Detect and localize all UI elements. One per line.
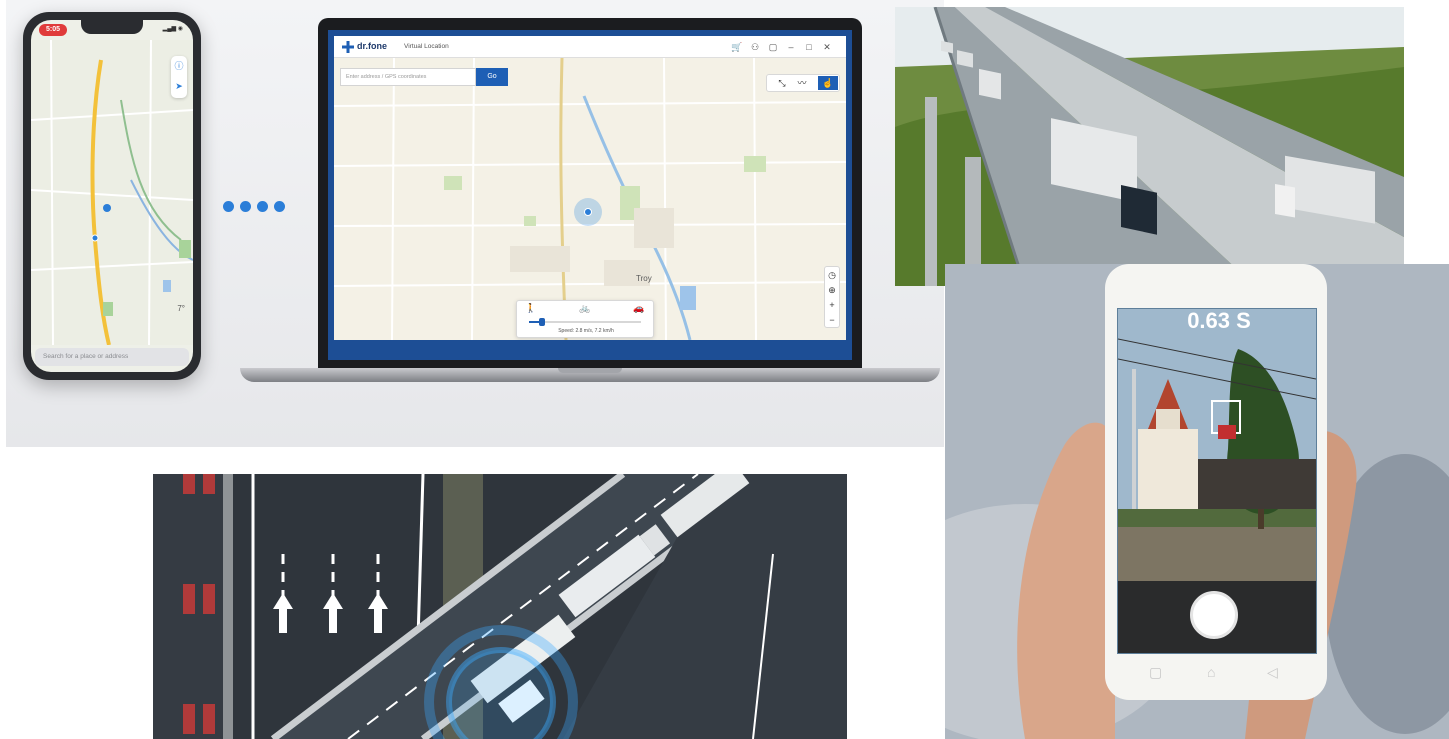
speed-slider[interactable] bbox=[529, 318, 641, 326]
phone-status-time: 5:05 bbox=[39, 24, 67, 36]
phone-mockup: 5:05 ▂▄▆ ◉ ⓘ ➤ 7° Search for a place or … bbox=[23, 12, 201, 380]
walk-icon[interactable]: 🚶 bbox=[525, 303, 536, 314]
phone-weather: 7° bbox=[177, 304, 185, 313]
connector-dot bbox=[274, 201, 285, 212]
user-icon[interactable]: ⚇ bbox=[748, 40, 762, 54]
app-titlebar: dr.fone Virtual Location 🛒 ⚇ ▢ – □ ✕ bbox=[334, 36, 846, 58]
map-side-controls: ◷ ⊕ + − bbox=[824, 266, 840, 328]
go-button[interactable]: Go bbox=[476, 68, 508, 86]
bridge-scene bbox=[895, 7, 1404, 286]
zoom-in-icon[interactable]: + bbox=[825, 298, 839, 312]
brand-name: dr.fone bbox=[357, 41, 388, 51]
shutter-button[interactable] bbox=[1190, 591, 1238, 639]
phone-map-roads bbox=[31, 40, 193, 345]
connector-dot bbox=[257, 201, 268, 212]
minimize-icon[interactable]: – bbox=[784, 40, 798, 54]
map-city-label: Troy bbox=[636, 274, 652, 283]
speed-panel: 🚶 🚲 🚗 Speed: 2.8 m/s, 7.2 km/h bbox=[516, 300, 654, 338]
app-title: Virtual Location bbox=[404, 43, 449, 50]
one-stop-icon[interactable]: ⤡ bbox=[773, 76, 791, 90]
connector-dot bbox=[223, 201, 234, 212]
phone-map-controls[interactable]: ⓘ ➤ bbox=[171, 56, 187, 98]
mode-toolbar: ⤡ 〰 ☝ bbox=[766, 74, 840, 92]
hand-phone-camera-photo: 0.63 S ▢ ⌂ ◁ bbox=[945, 264, 1449, 739]
speed-slider-knob[interactable] bbox=[539, 318, 546, 326]
info-icon[interactable]: ⓘ bbox=[171, 56, 187, 76]
connector-dot bbox=[240, 201, 251, 212]
history-icon[interactable]: ◷ bbox=[825, 268, 839, 282]
location-pin[interactable] bbox=[574, 198, 602, 226]
close-icon[interactable]: ✕ bbox=[820, 40, 834, 54]
address-search-input[interactable]: Enter address / GPS coordinates bbox=[340, 68, 476, 86]
phone-notch bbox=[81, 20, 143, 34]
bridge-trucks-photo bbox=[895, 7, 1404, 286]
car-icon[interactable]: 🚗 bbox=[633, 303, 644, 314]
home-icon[interactable]: ⌂ bbox=[1207, 664, 1215, 680]
hero-panel: 5:05 ▂▄▆ ◉ ⓘ ➤ 7° Search for a place or … bbox=[6, 0, 944, 447]
maximize-icon[interactable]: □ bbox=[802, 40, 816, 54]
speed-readout: Speed: 2.8 m/s, 7.2 km/h bbox=[558, 328, 614, 334]
phone-nav-bar: ▢ ⌂ ◁ bbox=[1121, 664, 1311, 688]
navigate-arrow-icon[interactable]: ➤ bbox=[171, 76, 187, 96]
multi-stop-icon[interactable]: 〰 bbox=[793, 76, 811, 90]
chat-icon[interactable]: ▢ bbox=[766, 40, 780, 54]
recent-apps-icon[interactable]: ▢ bbox=[1149, 664, 1162, 681]
cart-icon[interactable]: 🛒 bbox=[730, 40, 744, 54]
laptop-base bbox=[240, 368, 940, 382]
laptop-screen: Troy dr.fone Virtual Location 🛒 ⚇ ▢ – □ … bbox=[328, 30, 852, 360]
phone-search-input[interactable]: Search for a place or address bbox=[35, 348, 189, 366]
location-pin-dot bbox=[584, 208, 592, 216]
bike-icon[interactable]: 🚲 bbox=[579, 303, 590, 314]
teleport-icon[interactable]: ☝ bbox=[818, 76, 838, 90]
aerial-highway-photo bbox=[153, 474, 847, 739]
locate-icon[interactable]: ⊕ bbox=[825, 283, 839, 297]
phone-screen: 5:05 ▂▄▆ ◉ ⓘ ➤ 7° Search for a place or … bbox=[31, 20, 193, 372]
drfone-logo-icon bbox=[342, 41, 354, 53]
laptop-notch bbox=[558, 368, 622, 373]
camera-overlay-text: 0.63 S bbox=[1187, 308, 1251, 333]
virtual-location-app: Troy dr.fone Virtual Location 🛒 ⚇ ▢ – □ … bbox=[334, 36, 846, 340]
back-icon[interactable]: ◁ bbox=[1267, 664, 1278, 681]
aerial-scene bbox=[153, 474, 847, 739]
laptop-mockup: Troy dr.fone Virtual Location 🛒 ⚇ ▢ – □ … bbox=[318, 18, 862, 368]
zoom-out-icon[interactable]: − bbox=[825, 313, 839, 327]
phone-map[interactable]: ⓘ ➤ bbox=[31, 40, 193, 345]
signal-icon: ▂▄▆ ◉ bbox=[162, 26, 183, 32]
